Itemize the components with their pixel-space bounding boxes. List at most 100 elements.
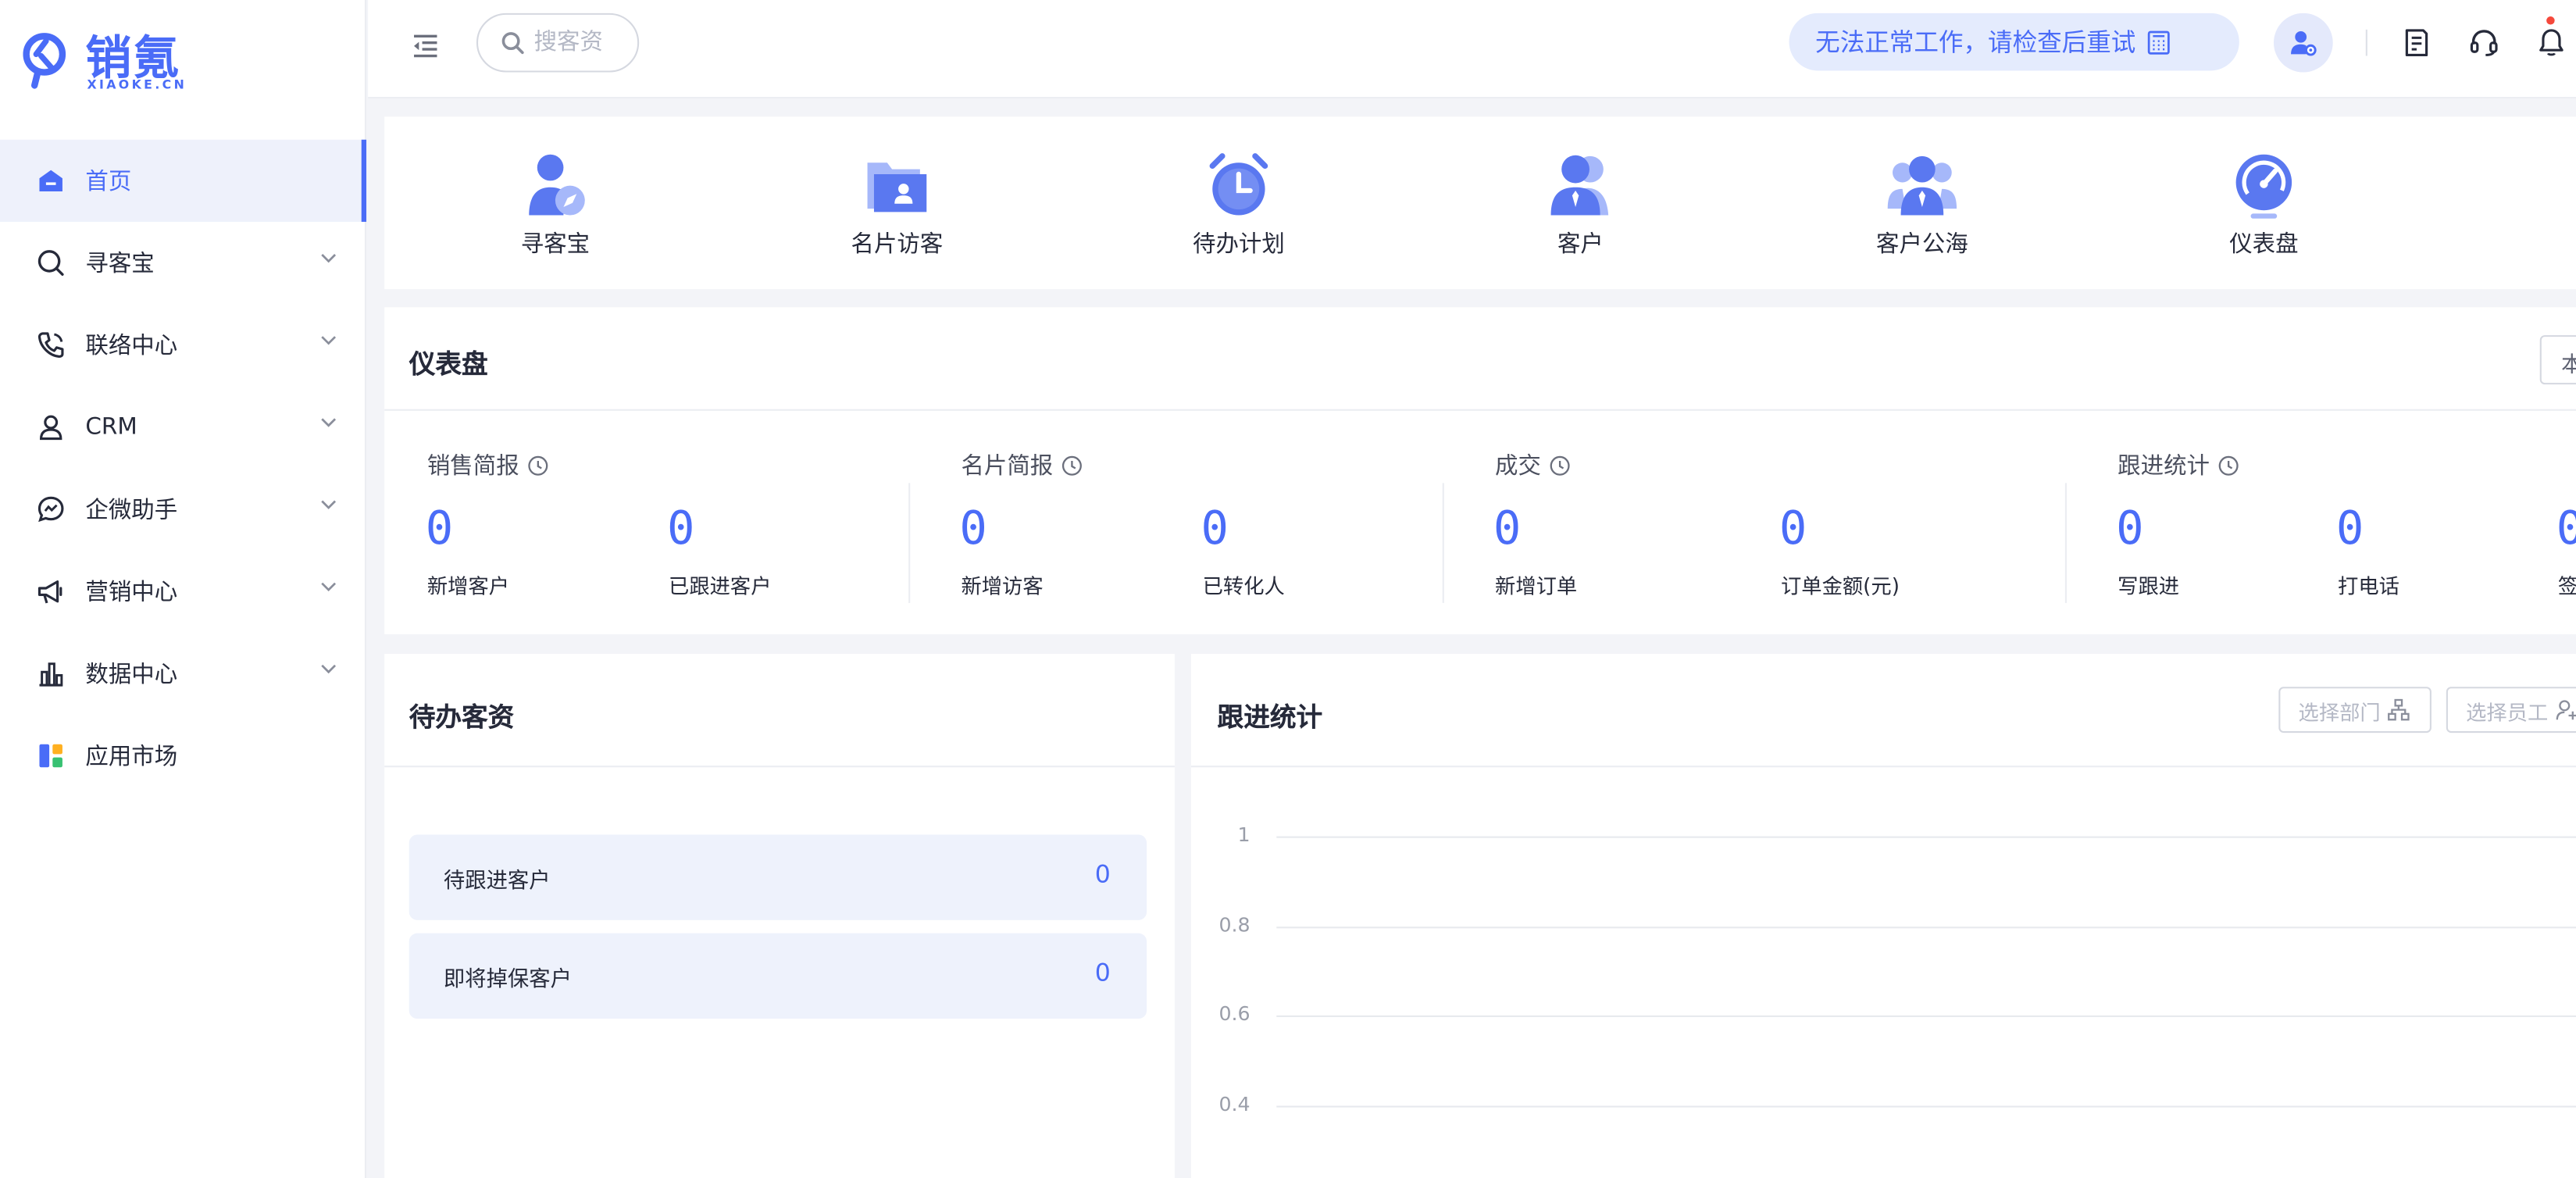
sidebar-item-marketing-center[interactable]: 营销中心 bbox=[0, 551, 366, 633]
chevron-down-icon bbox=[321, 336, 337, 345]
chart-gridline bbox=[1276, 926, 2576, 928]
user-settings-button[interactable] bbox=[2273, 12, 2333, 73]
todo-row-expiring-protection[interactable]: 即将掉保客户 0 bbox=[409, 933, 1147, 1019]
add-user-icon bbox=[2556, 700, 2576, 720]
quick-action-card-visitors[interactable]: 名片访客 bbox=[798, 116, 995, 259]
sidebar-item-xunkebao[interactable]: 寻客宝 bbox=[0, 222, 366, 304]
headset-icon[interactable] bbox=[2467, 27, 2500, 59]
notes-icon[interactable] bbox=[2400, 27, 2433, 59]
card-folder-icon bbox=[867, 162, 927, 212]
sidebar-item-label: 首页 bbox=[85, 169, 132, 196]
chart-gridline bbox=[1276, 836, 2576, 838]
metric-value[interactable]: 0 bbox=[2116, 502, 2143, 558]
metric-value[interactable]: 0 bbox=[2336, 502, 2364, 558]
metric-value[interactable]: 0 bbox=[426, 502, 453, 558]
chevron-down-icon bbox=[321, 664, 337, 674]
metric-label: 新增访客 bbox=[961, 573, 1044, 598]
quick-action-apps[interactable]: 应 bbox=[2507, 116, 2576, 259]
clock-icon[interactable] bbox=[527, 455, 548, 476]
dashboard-title: 仪表盘 bbox=[409, 348, 488, 380]
sidebar-item-label: 企微助手 bbox=[85, 498, 178, 524]
metric-value[interactable]: 0 bbox=[1201, 502, 1229, 558]
group-title-text: 跟进统计 bbox=[2118, 453, 2210, 480]
metric-label: 新增订单 bbox=[1495, 573, 1578, 598]
customer-pool-icon bbox=[1887, 155, 1957, 216]
group-title-text: 名片简报 bbox=[961, 453, 1054, 480]
clock-icon[interactable] bbox=[2217, 455, 2239, 476]
follow-stats-panel: 跟进统计 选择部门 选择员工 1 0.8 0.6 0.4 bbox=[1190, 654, 2576, 1178]
metric-label: 签 bbox=[2558, 569, 2576, 600]
chart-gridline bbox=[1276, 1015, 2576, 1017]
phone-icon bbox=[34, 329, 67, 362]
todo-row-value: 0 bbox=[1094, 958, 1111, 988]
sidebar-item-label: 应用市场 bbox=[85, 744, 178, 771]
search-icon bbox=[501, 32, 524, 55]
bell-icon[interactable] bbox=[2535, 27, 2567, 59]
notification-badge bbox=[2546, 16, 2555, 25]
metric-value[interactable]: 0 bbox=[959, 502, 987, 558]
todo-row-label: 即将掉保客户 bbox=[443, 967, 572, 993]
app-icon bbox=[2570, 149, 2576, 222]
y-tick-label: 0.4 bbox=[1218, 1091, 1251, 1116]
clock-icon[interactable] bbox=[1549, 455, 1570, 476]
gauge-icon bbox=[2235, 154, 2292, 219]
chart-gridline bbox=[1276, 1105, 2576, 1107]
sidebar-nav: 首页 寻客宝 联络中心 CRM 企微助手 营销中心 数据中心 应用市场 bbox=[0, 139, 367, 797]
metric-label: 写跟进 bbox=[2118, 573, 2180, 598]
sidebar-item-wecom-assistant[interactable]: 企微助手 bbox=[0, 468, 366, 550]
follow-stats-title: 跟进统计 bbox=[1217, 701, 1323, 734]
alarm-clock-icon bbox=[1209, 153, 1268, 216]
period-select[interactable]: 本 bbox=[2539, 335, 2576, 385]
metric-label: 已转化人 bbox=[1202, 573, 1285, 598]
sidebar-item-app-market[interactable]: 应用市场 bbox=[0, 715, 366, 797]
quick-action-label: 客户公海 bbox=[1875, 231, 1968, 259]
search-input[interactable] bbox=[533, 29, 636, 56]
quick-action-dashboard[interactable]: 仪表盘 bbox=[2165, 116, 2362, 259]
user-icon bbox=[34, 411, 67, 444]
chat-icon bbox=[34, 493, 67, 526]
sidebar-item-contact-center[interactable]: 联络中心 bbox=[0, 304, 366, 386]
y-tick-label: 1 bbox=[1237, 823, 1251, 847]
customer-icon bbox=[1550, 155, 1609, 216]
quick-action-xunkebao[interactable]: 寻客宝 bbox=[457, 116, 654, 259]
top-bar: 无法正常工作，请检查后重试 bbox=[368, 0, 2576, 99]
quick-action-todo-plan[interactable]: 待办计划 bbox=[1140, 116, 1337, 259]
metric-label: 新增客户 bbox=[426, 573, 510, 598]
collapse-menu-icon[interactable] bbox=[408, 28, 444, 64]
select-staff-label: 选择员工 bbox=[2466, 698, 2549, 724]
todo-row-value: 0 bbox=[1094, 859, 1111, 889]
metric-label: 订单金额(元) bbox=[1780, 573, 1900, 598]
clock-icon[interactable] bbox=[1061, 455, 1083, 476]
metric-value[interactable]: 0 bbox=[1779, 502, 1807, 558]
select-department-button[interactable]: 选择部门 bbox=[2278, 687, 2432, 734]
chevron-down-icon bbox=[321, 500, 337, 509]
notice-text: 无法正常工作，请检查后重试 bbox=[1815, 27, 2136, 58]
select-staff-button[interactable]: 选择员工 bbox=[2446, 687, 2576, 734]
divider bbox=[384, 409, 2576, 411]
sidebar-item-crm[interactable]: CRM bbox=[0, 386, 366, 468]
sidebar-item-data-center[interactable]: 数据中心 bbox=[0, 633, 366, 715]
sidebar-item-label: 寻客宝 bbox=[85, 251, 155, 278]
todo-row-label: 待跟进客户 bbox=[443, 869, 551, 894]
megaphone-icon bbox=[34, 575, 67, 608]
group-title-text: 成交 bbox=[1495, 453, 1541, 480]
home-icon bbox=[34, 164, 67, 197]
dashboard-panel: 仪表盘 本 销售简报 0 新增客户 0 已跟进客户 名片简报 0 新增访客 0 … bbox=[384, 307, 2576, 634]
quick-action-label: 寻客宝 bbox=[520, 231, 590, 259]
chevron-down-icon bbox=[321, 254, 337, 263]
todo-row-pending-follow[interactable]: 待跟进客户 0 bbox=[409, 834, 1147, 920]
sidebar-item-home[interactable]: 首页 bbox=[0, 139, 367, 222]
metric-value[interactable]: 0 bbox=[1493, 502, 1521, 558]
org-chart-icon bbox=[2388, 698, 2410, 721]
connection-notice[interactable]: 无法正常工作，请检查后重试 bbox=[1789, 12, 2239, 71]
app-logo[interactable]: 销氪 XIAOKE.CN bbox=[23, 27, 203, 99]
quick-action-customer-pool[interactable]: 客户公海 bbox=[1824, 116, 2021, 259]
sidebar-item-label: 营销中心 bbox=[85, 580, 178, 607]
logo-icon bbox=[23, 33, 66, 89]
search-box[interactable] bbox=[476, 12, 640, 73]
quick-action-customers[interactable]: 客户 bbox=[1482, 116, 1679, 259]
metric-label: 打电话 bbox=[2338, 573, 2399, 598]
app-grid-icon bbox=[34, 739, 67, 772]
metric-value[interactable]: 0 bbox=[2556, 502, 2576, 558]
metric-value[interactable]: 0 bbox=[667, 502, 694, 558]
